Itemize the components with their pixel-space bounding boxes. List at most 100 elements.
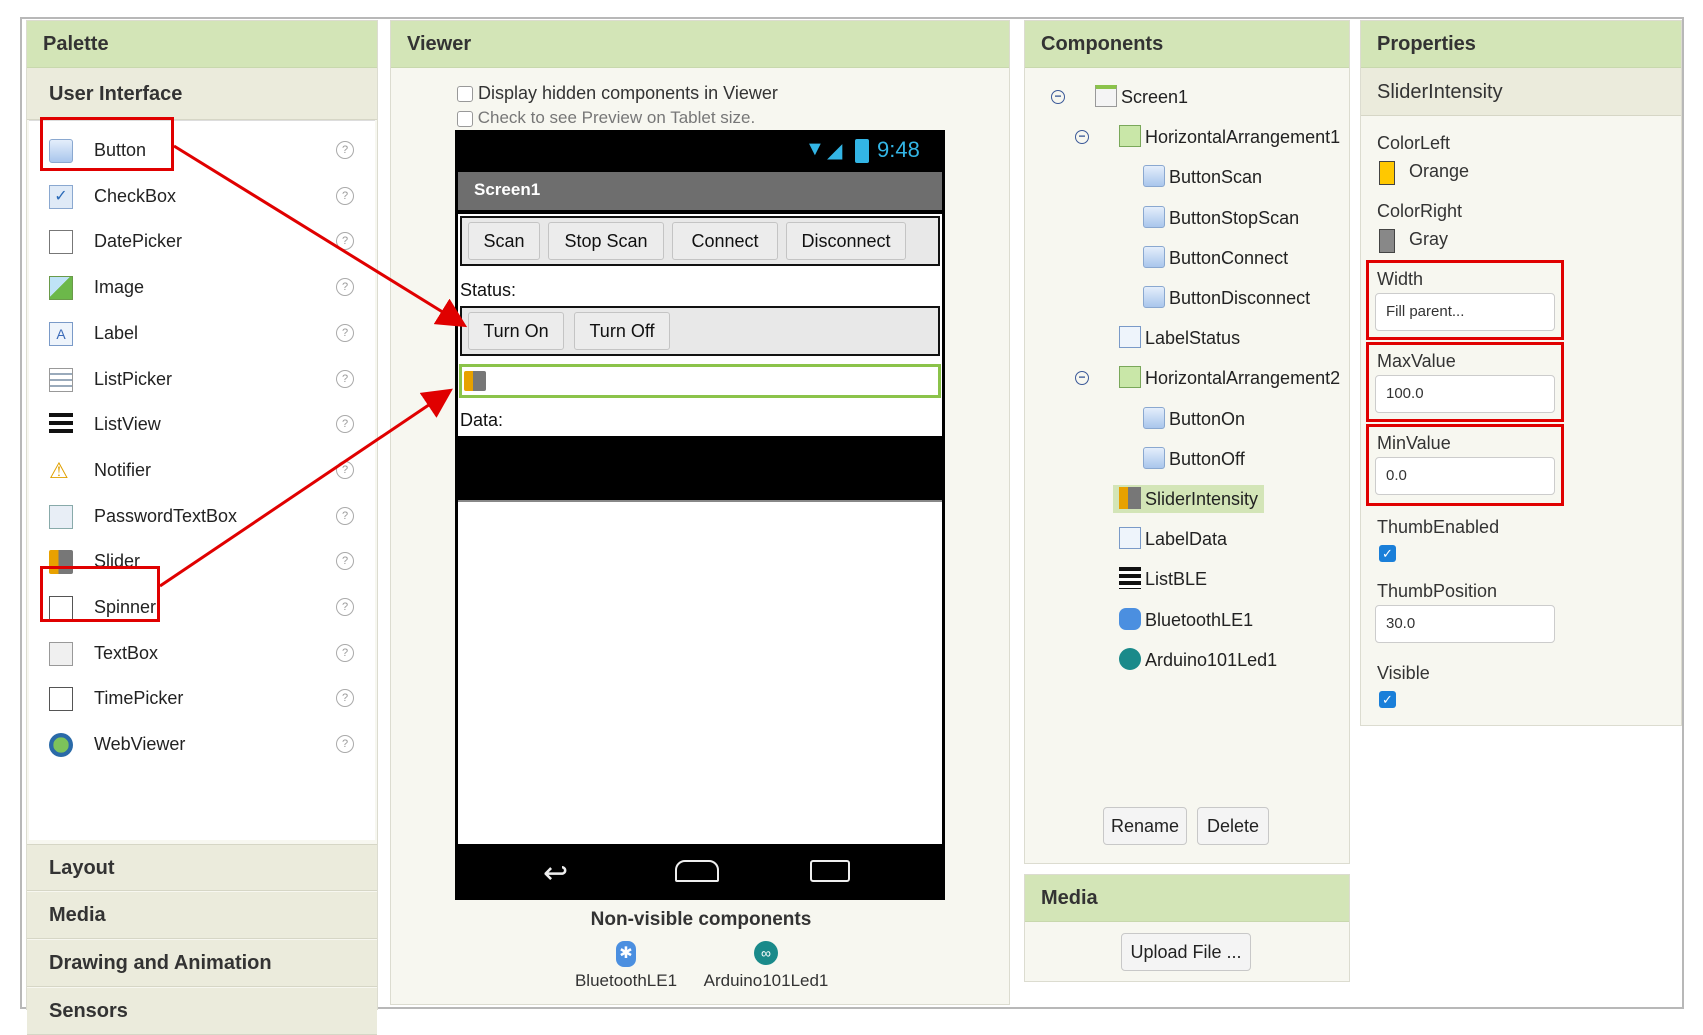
highlight-button-palette [40,117,174,171]
status-label: Status: [460,280,517,300]
nonvisible-bluetooth[interactable]: ✱ BluetoothLE1 [566,941,686,991]
home-icon[interactable] [675,860,719,882]
palette-section-user-interface[interactable]: User Interface [27,68,377,120]
arduino-icon: ∞ [754,941,778,965]
palette-item-timepicker[interactable]: TimePicker? [29,675,375,723]
tree-node-horizontalarrangement2[interactable]: HorizontalArrangement2 [1119,364,1340,392]
display-hidden-option[interactable]: Display hidden components in Viewer [457,83,778,104]
palette-item-webviewer[interactable]: WebViewer? [29,721,375,769]
palette-item-notifier[interactable]: ⚠ Notifier? [29,447,375,495]
upload-file-button[interactable]: Upload File ... [1121,933,1251,971]
visible-checkbox[interactable]: ✓ [1379,691,1396,708]
scan-button[interactable]: Scan [468,222,540,260]
palette-category-drawing[interactable]: Drawing and Animation [27,940,377,987]
tree-node-labelstatus[interactable]: LabelStatus [1119,324,1240,352]
collapse-toggle-icon[interactable]: − [1075,130,1089,145]
back-icon[interactable]: ↩ [543,856,568,891]
palette-item-label: CheckBox [94,185,177,206]
colorleft-swatch[interactable] [1379,161,1395,185]
palette-category-layout[interactable]: Layout [27,844,377,891]
help-icon[interactable]: ? [336,506,354,525]
palette-item-datepicker[interactable]: DatePicker? [29,218,375,266]
help-icon[interactable]: ? [336,369,354,388]
disconnect-button[interactable]: Disconnect [786,222,906,260]
delete-button[interactable]: Delete [1197,807,1269,845]
tree-node-buttondisconnect[interactable]: ButtonDisconnect [1143,284,1310,312]
thumbposition-label: ThumbPosition [1377,581,1498,601]
turn-off-button[interactable]: Turn Off [574,312,670,350]
help-icon[interactable]: ? [336,141,354,159]
palette-item-textbox[interactable]: TextBox? [29,630,375,678]
help-icon[interactable]: ? [336,689,354,708]
help-icon[interactable]: ? [336,415,354,434]
nonvisible-arduino[interactable]: ∞ Arduino101Led1 [691,941,841,991]
tree-node-label: ButtonOn [1169,408,1246,429]
tree-node-buttonstopscan[interactable]: ButtonStopScan [1143,204,1299,232]
palette-item-listpicker[interactable]: ListPicker? [29,356,375,404]
tree-node-label: Arduino101Led1 [1145,649,1278,670]
properties-title: Properties [1361,21,1681,68]
listpicker-icon [49,367,73,392]
button-icon [1143,205,1165,228]
help-icon[interactable]: ? [336,552,354,571]
recents-icon[interactable] [810,860,850,882]
palette-item-checkbox[interactable]: ✓ CheckBox? [29,173,375,221]
slider-icon [1119,487,1141,509]
tree-node-horizontalarrangement1[interactable]: HorizontalArrangement1 [1119,123,1340,151]
help-icon[interactable]: ? [336,323,354,342]
palette-item-passwordtextbox[interactable]: PasswordTextBox? [29,493,375,541]
palette-item-label: Label [94,322,139,343]
help-icon[interactable]: ? [336,232,354,251]
screen-title: Screen1 [474,180,541,199]
collapse-toggle-icon[interactable]: − [1075,371,1089,386]
display-hidden-checkbox[interactable] [457,86,473,103]
stop-scan-button[interactable]: Stop Scan [548,222,664,260]
component-tree: − Screen1 − HorizontalArrangement1 ButtonSca… [1025,71,1349,771]
preview-tablet-option[interactable]: Check to see Preview on Tablet size. [457,108,755,128]
preview-tablet-checkbox[interactable] [457,110,473,127]
help-icon[interactable]: ? [336,735,354,754]
tree-node-label: ButtonStopScan [1169,207,1300,228]
colorright-swatch[interactable] [1379,229,1395,253]
tree-node-sliderintensity[interactable]: SliderIntensity [1113,485,1265,513]
help-icon[interactable]: ? [336,278,354,297]
tree-node-label: SliderIntensity [1145,489,1259,509]
help-icon[interactable]: ? [336,460,354,479]
horizontal-arrangement-1[interactable]: Scan Stop Scan Connect Disconnect [460,216,940,266]
horizontal-arrangement-2[interactable]: Turn On Turn Off [460,306,940,356]
palette-category-sensors[interactable]: Sensors [27,988,377,1035]
palette-item-image[interactable]: Image? [29,264,375,312]
thumbposition-input[interactable]: 30.0 [1375,605,1555,643]
rename-button[interactable]: Rename [1103,807,1187,845]
tree-node-screen1[interactable]: Screen1 [1095,83,1188,111]
turn-on-button[interactable]: Turn On [468,312,564,350]
image-icon [49,276,73,301]
colorleft-value[interactable]: Orange [1409,161,1469,182]
tree-node-buttonconnect[interactable]: ButtonConnect [1143,244,1288,272]
tree-node-buttonon[interactable]: ButtonOn [1143,405,1245,433]
arrangement-icon [1119,366,1141,389]
thumbenabled-checkbox[interactable]: ✓ [1379,545,1396,562]
palette-item-listview[interactable]: ListView? [29,401,375,449]
palette-item-label[interactable]: A Label? [29,310,375,358]
connect-button[interactable]: Connect [672,222,778,260]
tree-node-labeldata[interactable]: LabelData [1119,525,1227,553]
palette-category-media[interactable]: Media [27,892,377,939]
collapse-toggle-icon[interactable]: − [1051,90,1065,104]
tree-node-buttonoff[interactable]: ButtonOff [1143,445,1245,473]
tree-node-label: ButtonConnect [1169,247,1289,268]
tree-node-bluetoothle1[interactable]: BluetoothLE1 [1119,606,1253,634]
nonvisible-title: Non-visible components [590,909,812,930]
tree-node-arduino101led1[interactable]: Arduino101Led1 [1119,646,1277,674]
tree-node-buttonscan[interactable]: ButtonScan [1143,163,1262,191]
tree-node-listble[interactable]: ListBLE [1119,565,1207,593]
help-icon[interactable]: ? [336,643,354,662]
help-icon[interactable]: ? [336,598,354,616]
slider-intensity[interactable] [459,364,941,398]
help-icon[interactable]: ? [336,186,354,205]
passwordtextbox-icon [49,504,73,529]
tree-node-label: HorizontalArrangement2 [1145,368,1341,389]
colorright-value[interactable]: Gray [1409,229,1448,250]
listview-block[interactable] [458,436,942,502]
palette-item-label: Image [94,277,145,298]
